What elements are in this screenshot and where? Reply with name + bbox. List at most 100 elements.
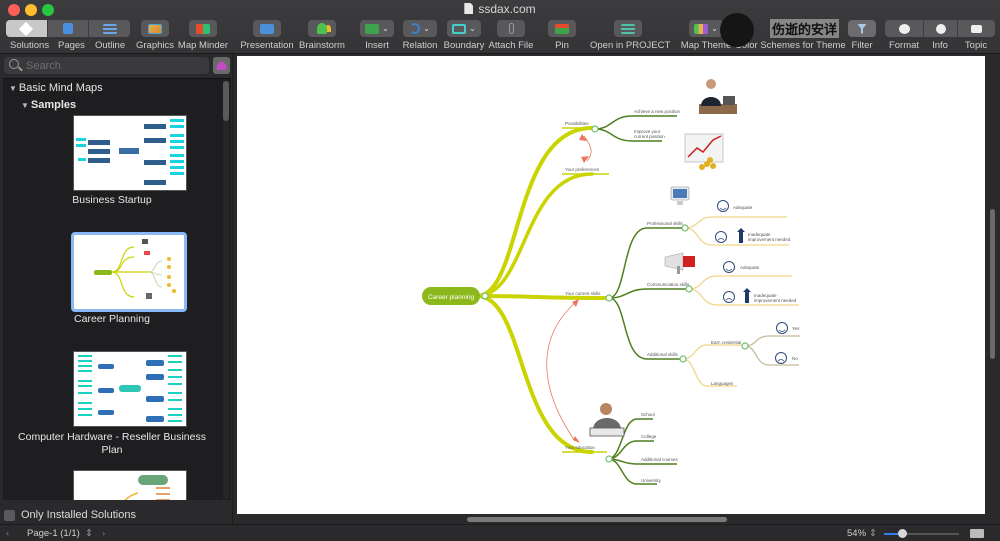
next-solution-preview bbox=[124, 475, 170, 500]
collapse-toggle-icon[interactable] bbox=[605, 455, 613, 463]
zoom-level: 54% bbox=[847, 528, 867, 539]
thumbnail-label-career-planning: Career Planning bbox=[74, 313, 150, 325]
sad-face-icon bbox=[715, 231, 727, 243]
previous-page-button[interactable]: ‹ bbox=[6, 528, 9, 539]
sidebar-scrollbar[interactable] bbox=[223, 81, 229, 499]
zoom-slider[interactable] bbox=[884, 529, 959, 538]
fit-to-window-button[interactable] bbox=[970, 529, 984, 538]
topic-professional-skills: Professional skills bbox=[647, 221, 684, 226]
brainstorm-label: Brainstorm bbox=[299, 40, 345, 51]
open-in-project-button[interactable]: Open in PROJECT bbox=[590, 20, 670, 52]
graphics-button[interactable]: Graphics bbox=[134, 20, 176, 52]
solutions-tree: ▼ Basic Mind Maps ▼ Samples Business Start… bbox=[3, 78, 231, 500]
chevron-down-icon: ⌄ bbox=[469, 24, 476, 33]
palette-icon bbox=[898, 23, 910, 34]
filter-button[interactable]: Filter bbox=[848, 20, 876, 52]
canvas-vertical-scrollbar[interactable] bbox=[987, 56, 998, 514]
brainstorm-button[interactable]: Brainstorm bbox=[298, 20, 346, 52]
topic-no: No bbox=[792, 356, 798, 361]
next-page-button[interactable]: › bbox=[102, 528, 105, 539]
solutions-sidebar: ▼Basic Mind Maps ▼Samples Business Start… bbox=[0, 54, 233, 524]
boundary-button[interactable]: ⌄ Boundary bbox=[441, 20, 487, 52]
topic-additional-skills: Additional skills bbox=[647, 352, 679, 357]
thumbnail-career-planning[interactable] bbox=[71, 232, 187, 312]
businessman-picture bbox=[699, 79, 737, 114]
thumbnail-business-startup[interactable] bbox=[73, 115, 187, 191]
page-indicator: Page-1 (1/1) bbox=[27, 528, 80, 539]
thumbnail-computer-hardware[interactable] bbox=[73, 351, 187, 427]
info-label: Info bbox=[932, 40, 948, 51]
presentation-button[interactable]: Presentation bbox=[238, 20, 296, 52]
thumbnail-label-computer-hardware: Computer Hardware - Reseller Business Pl… bbox=[18, 431, 206, 456]
tree-subgroup-samples[interactable]: ▼ Samples bbox=[21, 99, 76, 111]
topic-label: Topic bbox=[964, 40, 988, 51]
pin-button[interactable]: Pin bbox=[548, 20, 576, 52]
search-input[interactable] bbox=[26, 58, 206, 73]
search-field[interactable] bbox=[4, 57, 209, 74]
computer-monitor-picture bbox=[670, 186, 690, 205]
sidebar-scrollbar-thumb[interactable] bbox=[223, 81, 229, 121]
document-icon bbox=[464, 3, 474, 14]
home-icon bbox=[216, 61, 227, 70]
pin-label: Pin bbox=[555, 40, 569, 51]
central-topic[interactable]: Career planning bbox=[422, 287, 480, 305]
solutions-label: Solutions bbox=[10, 40, 50, 51]
color-schemes-button[interactable]: Color Schemes for Theme bbox=[735, 20, 846, 52]
outline-label: Outline bbox=[95, 40, 126, 51]
horizontal-scrollbar-thumb[interactable] bbox=[467, 517, 727, 522]
collapse-toggle-icon[interactable] bbox=[591, 125, 599, 133]
collapse-toggle-icon[interactable] bbox=[481, 292, 489, 300]
map-minder-button[interactable]: Map Minder bbox=[177, 20, 229, 52]
career-planning-preview bbox=[94, 239, 176, 299]
search-icon bbox=[9, 59, 19, 69]
topic-adequate-professional: Adequate bbox=[733, 205, 753, 210]
topic-languages: Languages bbox=[711, 381, 734, 386]
tree-group-basic-mind-maps[interactable]: ▼ Basic Mind Maps bbox=[9, 82, 103, 94]
insert-label: Insert bbox=[365, 40, 389, 51]
collapse-toggle-icon[interactable] bbox=[681, 224, 689, 232]
topic-inadequate-professional-2: improvement needed bbox=[748, 237, 791, 242]
presentation-label: Presentation bbox=[240, 40, 294, 51]
topic-communication-skills: Communication skills bbox=[647, 282, 690, 287]
checkbox-icon bbox=[4, 509, 15, 521]
outline-tab[interactable] bbox=[89, 20, 130, 37]
collapse-toggle-icon[interactable] bbox=[741, 342, 749, 350]
solutions-tab[interactable] bbox=[6, 20, 48, 37]
zoom-stepper[interactable]: ⇕ bbox=[869, 528, 877, 539]
attach-file-button[interactable]: Attach File bbox=[488, 20, 534, 52]
page-stepper[interactable]: ⇕ bbox=[85, 528, 93, 539]
insert-icon bbox=[365, 23, 380, 34]
topic-improve-position-2: current position bbox=[634, 134, 665, 139]
vertical-scrollbar-thumb[interactable] bbox=[990, 209, 995, 359]
student-picture bbox=[589, 403, 625, 437]
filter-label: Filter bbox=[851, 40, 873, 51]
branch-education bbox=[475, 294, 594, 454]
collapse-toggle-icon[interactable] bbox=[605, 294, 613, 302]
tree-group-label: Basic Mind Maps bbox=[18, 82, 103, 94]
zoom-slider-knob[interactable] bbox=[898, 529, 907, 538]
map-theme-button[interactable]: ⌄ Map Theme bbox=[680, 20, 732, 52]
mind-map: Career planning Possibilities Your prefe… bbox=[422, 79, 800, 485]
map-minder-label: Map Minder bbox=[177, 40, 229, 51]
only-installed-solutions-checkbox[interactable]: Only Installed Solutions bbox=[4, 509, 136, 521]
info-icon bbox=[935, 23, 946, 34]
sad-face-icon bbox=[723, 291, 735, 303]
topic-yes: Yes bbox=[792, 326, 800, 331]
pages-tab[interactable] bbox=[48, 20, 90, 37]
window-title: ssdax.com bbox=[0, 2, 1000, 16]
canvas-horizontal-scrollbar[interactable] bbox=[237, 514, 985, 524]
arrowhead-icon bbox=[579, 134, 587, 141]
topic-button[interactable]: Topic bbox=[957, 20, 995, 52]
boundary-label: Boundary bbox=[443, 40, 485, 51]
solutions-home-button[interactable] bbox=[213, 57, 230, 74]
relation-button[interactable]: ⌄ Relation bbox=[401, 20, 439, 52]
thumbnail-next-solution[interactable] bbox=[73, 470, 187, 500]
brainstorm-icon bbox=[317, 23, 327, 34]
collapse-toggle-icon[interactable] bbox=[679, 355, 687, 363]
info-button[interactable]: Info bbox=[923, 20, 957, 52]
toolbar: ssdax.com Solutions Pages Outline Graphi… bbox=[0, 0, 1000, 54]
attach-file-label: Attach File bbox=[488, 40, 534, 51]
format-button[interactable]: Format bbox=[885, 20, 923, 52]
insert-button[interactable]: ⌄ Insert bbox=[358, 20, 396, 52]
mind-map-canvas[interactable]: Career planning Possibilities Your prefe… bbox=[237, 56, 985, 514]
